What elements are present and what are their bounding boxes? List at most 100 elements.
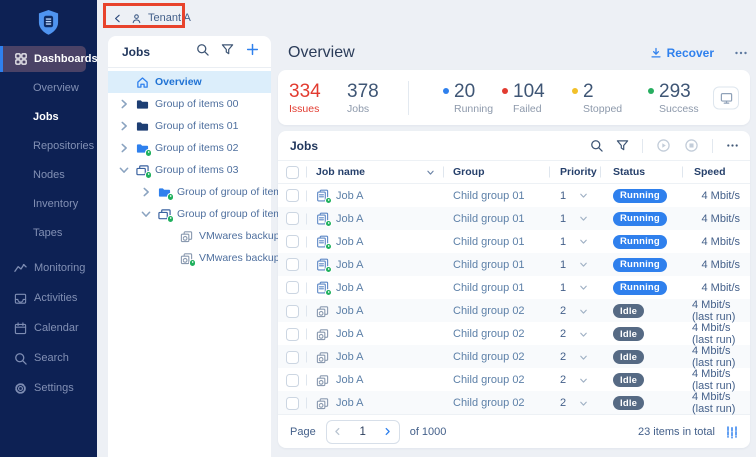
group-link[interactable]: Child group 02 [453, 328, 525, 340]
group-link[interactable]: Child group 01 [453, 190, 525, 202]
group-link[interactable]: Child group 02 [453, 305, 525, 317]
row-checkbox[interactable] [286, 351, 299, 364]
row-checkbox[interactable] [286, 235, 299, 248]
chevron-down-icon[interactable] [579, 330, 588, 339]
table-row[interactable]: Job AChild group 022Idle4 Mbit/s (last r… [278, 345, 750, 368]
table-row[interactable]: Job AChild group 011Running4 Mbit/s [278, 230, 750, 253]
stop-circle-icon[interactable] [684, 138, 699, 153]
column-header-priority[interactable]: Priority [549, 161, 600, 183]
tree-item-vmwares-backup-jo[interactable]: VMwares backup jo... [108, 247, 271, 269]
sidebar-item-activities[interactable]: Activities [0, 283, 97, 313]
select-all-checkbox[interactable] [286, 166, 299, 179]
sidebar-item-settings[interactable]: Settings [0, 373, 97, 403]
group-link[interactable]: Child group 01 [453, 236, 525, 248]
play-circle-icon[interactable] [656, 138, 671, 153]
chevron-down-icon[interactable] [140, 208, 152, 220]
table-row[interactable]: Job AChild group 022Idle4 Mbit/s (last r… [278, 368, 750, 391]
group-link[interactable]: Child group 01 [453, 259, 525, 271]
tree-item-group-of-group-of-items-00[interactable]: Group of group of items 00 [108, 181, 271, 203]
column-settings-icon[interactable] [725, 425, 739, 439]
chevron-down-icon[interactable] [579, 237, 588, 246]
tree-item-group-of-group-of-items-o[interactable]: Group of group of items o... [108, 203, 271, 225]
row-checkbox[interactable] [286, 397, 299, 410]
table-row[interactable]: Job AChild group 011Running4 Mbit/s [278, 184, 750, 207]
prev-page-icon[interactable] [327, 421, 349, 443]
job-name-link[interactable]: Job A [336, 190, 364, 202]
tree-item-group-of-items-03[interactable]: Group of items 03 [108, 159, 271, 181]
group-link[interactable]: Child group 01 [453, 213, 525, 225]
chevron-right-icon[interactable] [118, 142, 130, 154]
job-name-link[interactable]: Job A [336, 351, 364, 363]
sidebar-item-jobs[interactable]: Jobs [0, 103, 97, 132]
group-link[interactable]: Child group 01 [453, 282, 525, 294]
tree-item-vmwares-backup-j0[interactable]: VMwares backup j0... [108, 225, 271, 247]
group-link[interactable]: Child group 02 [453, 351, 525, 363]
recover-button[interactable]: Recover [650, 46, 714, 60]
tree-item-overview[interactable]: Overview [108, 71, 271, 93]
group-link[interactable]: Child group 02 [453, 374, 525, 386]
chevron-down-icon[interactable] [579, 214, 588, 223]
chevron-down-icon[interactable] [579, 307, 588, 316]
chevron-down-icon[interactable] [118, 164, 130, 176]
table-row[interactable]: Job AChild group 022Idle4 Mbit/s (last r… [278, 391, 750, 414]
row-checkbox[interactable] [286, 305, 299, 318]
chevron-right-icon[interactable] [118, 120, 130, 132]
chevron-down-icon[interactable] [579, 353, 588, 362]
job-name-link[interactable]: Job A [336, 259, 364, 271]
table-row[interactable]: Job AChild group 011Running4 Mbit/s [278, 276, 750, 299]
chevron-down-icon[interactable] [579, 399, 588, 408]
sidebar-item-tapes[interactable]: Tapes [0, 219, 97, 248]
job-name-link[interactable]: Job A [336, 282, 364, 294]
tenant-selector[interactable]: Tenant A [131, 12, 191, 24]
job-name-link[interactable]: Job A [336, 305, 364, 317]
next-page-icon[interactable] [377, 421, 399, 443]
ellipsis-icon[interactable] [734, 46, 748, 60]
chevron-down-icon[interactable] [579, 260, 588, 269]
monitor-icon[interactable] [713, 86, 739, 109]
chevron-right-icon[interactable] [140, 186, 152, 198]
chevron-right-icon[interactable] [118, 98, 130, 110]
table-row[interactable]: Job AChild group 022Idle4 Mbit/s (last r… [278, 299, 750, 322]
row-checkbox[interactable] [286, 189, 299, 202]
chevron-down-icon[interactable] [579, 283, 588, 292]
current-page[interactable]: 1 [349, 426, 377, 438]
chevron-down-icon[interactable] [579, 191, 588, 200]
job-name-link[interactable]: Job A [336, 328, 364, 340]
sidebar-item-dashboards[interactable]: Dashboards [0, 46, 86, 72]
column-header-job-name[interactable]: Job name [306, 161, 443, 183]
row-checkbox[interactable] [286, 328, 299, 341]
row-checkbox[interactable] [286, 281, 299, 294]
tree-item-group-of-items-02[interactable]: Group of items 02 [108, 137, 271, 159]
sidebar-item-overview[interactable]: Overview [0, 74, 97, 103]
job-name-link[interactable]: Job A [336, 397, 364, 409]
tree-item-group-of-items-01[interactable]: Group of items 01 [108, 115, 271, 137]
row-checkbox[interactable] [286, 212, 299, 225]
table-row[interactable]: Job AChild group 011Running4 Mbit/s [278, 207, 750, 230]
job-name-link[interactable]: Job A [336, 213, 364, 225]
column-header-status[interactable]: Status [600, 161, 682, 183]
table-row[interactable]: Job AChild group 022Idle4 Mbit/s (last r… [278, 322, 750, 345]
chevron-down-icon[interactable] [579, 376, 588, 385]
table-row[interactable]: Job AChild group 011Running4 Mbit/s [278, 253, 750, 276]
ellipsis-icon[interactable] [726, 139, 739, 152]
column-header-group[interactable]: Group [443, 161, 549, 183]
sidebar-item-search[interactable]: Search [0, 343, 97, 373]
filter-icon[interactable] [221, 43, 234, 56]
sidebar-item-inventory[interactable]: Inventory [0, 190, 97, 219]
filter-icon[interactable] [616, 139, 629, 152]
job-name-link[interactable]: Job A [336, 374, 364, 386]
sidebar-item-calendar[interactable]: Calendar [0, 313, 97, 343]
search-icon[interactable] [196, 43, 209, 56]
tree-item-group-of-items-00[interactable]: Group of items 00 [108, 93, 271, 115]
search-icon[interactable] [590, 139, 603, 152]
job-name-link[interactable]: Job A [336, 236, 364, 248]
plus-icon[interactable] [246, 43, 259, 56]
chevron-down-icon[interactable] [426, 168, 435, 177]
group-link[interactable]: Child group 02 [453, 397, 525, 409]
row-checkbox[interactable] [286, 258, 299, 271]
back-button[interactable] [113, 13, 122, 24]
column-header-speed[interactable]: Speed [682, 161, 750, 183]
sidebar-item-nodes[interactable]: Nodes [0, 161, 97, 190]
sidebar-item-repositories[interactable]: Repositories [0, 132, 97, 161]
sidebar-item-monitoring[interactable]: Monitoring [0, 253, 97, 283]
